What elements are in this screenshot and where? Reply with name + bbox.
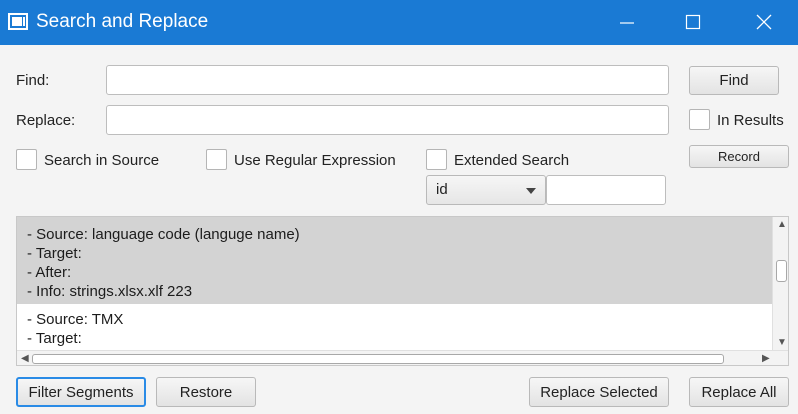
- results-list[interactable]: - Source: language code (languge name) -…: [16, 216, 789, 366]
- horizontal-scrollbar[interactable]: ◀ ▶: [17, 350, 788, 365]
- in-results-checkbox[interactable]: [689, 109, 710, 130]
- result-line: - Target:: [27, 245, 82, 262]
- close-button[interactable]: [741, 0, 787, 45]
- attribute-select[interactable]: id: [426, 175, 546, 205]
- minimize-icon: [620, 22, 634, 24]
- result-line: - Source: TMX: [27, 311, 124, 328]
- list-item[interactable]: - Source: TMX - Target:: [17, 304, 772, 350]
- scroll-right-icon[interactable]: ▶: [762, 354, 770, 364]
- attribute-select-value: id: [436, 181, 448, 198]
- result-line: - After:: [27, 264, 72, 281]
- find-label: Find:: [16, 72, 50, 89]
- scroll-down-icon[interactable]: ▼: [777, 338, 787, 348]
- replace-all-button[interactable]: Replace All: [689, 377, 789, 407]
- search-in-source-checkbox[interactable]: [16, 149, 37, 170]
- list-item[interactable]: - Source: language code (languge name) -…: [17, 217, 772, 304]
- use-regex-checkbox[interactable]: [206, 149, 227, 170]
- result-line: - Source: language code (languge name): [27, 226, 300, 243]
- window-title: Search and Replace: [36, 11, 209, 32]
- replace-selected-button[interactable]: Replace Selected: [529, 377, 669, 407]
- scroll-up-icon[interactable]: ▲: [777, 220, 787, 230]
- use-regex-label: Use Regular Expression: [234, 152, 396, 169]
- replace-label: Replace:: [16, 112, 76, 129]
- extended-search-checkbox[interactable]: [426, 149, 447, 170]
- restore-button[interactable]: Restore: [156, 377, 256, 407]
- scroll-left-icon[interactable]: ◀: [21, 354, 29, 364]
- find-input[interactable]: [106, 65, 669, 95]
- filter-segments-button[interactable]: Filter Segments: [16, 377, 146, 407]
- record-button[interactable]: Record: [689, 145, 789, 168]
- close-icon: [756, 14, 772, 30]
- title-bar: Search and Replace: [0, 0, 798, 45]
- maximize-icon: [685, 14, 701, 30]
- result-line: - Target:: [27, 330, 82, 347]
- in-results-label: In Results: [717, 112, 784, 129]
- search-in-source-label: Search in Source: [44, 152, 160, 169]
- find-button[interactable]: Find: [689, 66, 779, 95]
- attribute-value-input[interactable]: [546, 175, 666, 205]
- vertical-scroll-thumb[interactable]: [776, 260, 787, 282]
- app-icon: [8, 13, 28, 30]
- chevron-down-icon: [526, 188, 536, 194]
- extended-search-label: Extended Search: [454, 152, 570, 169]
- maximize-button[interactable]: [670, 0, 716, 45]
- result-line: - Info: strings.xlsx.xlf 223: [27, 283, 193, 300]
- minimize-button[interactable]: [604, 0, 650, 45]
- replace-input[interactable]: [106, 105, 669, 135]
- horizontal-scroll-thumb[interactable]: [32, 354, 724, 364]
- vertical-scrollbar[interactable]: ▲ ▼: [772, 217, 788, 350]
